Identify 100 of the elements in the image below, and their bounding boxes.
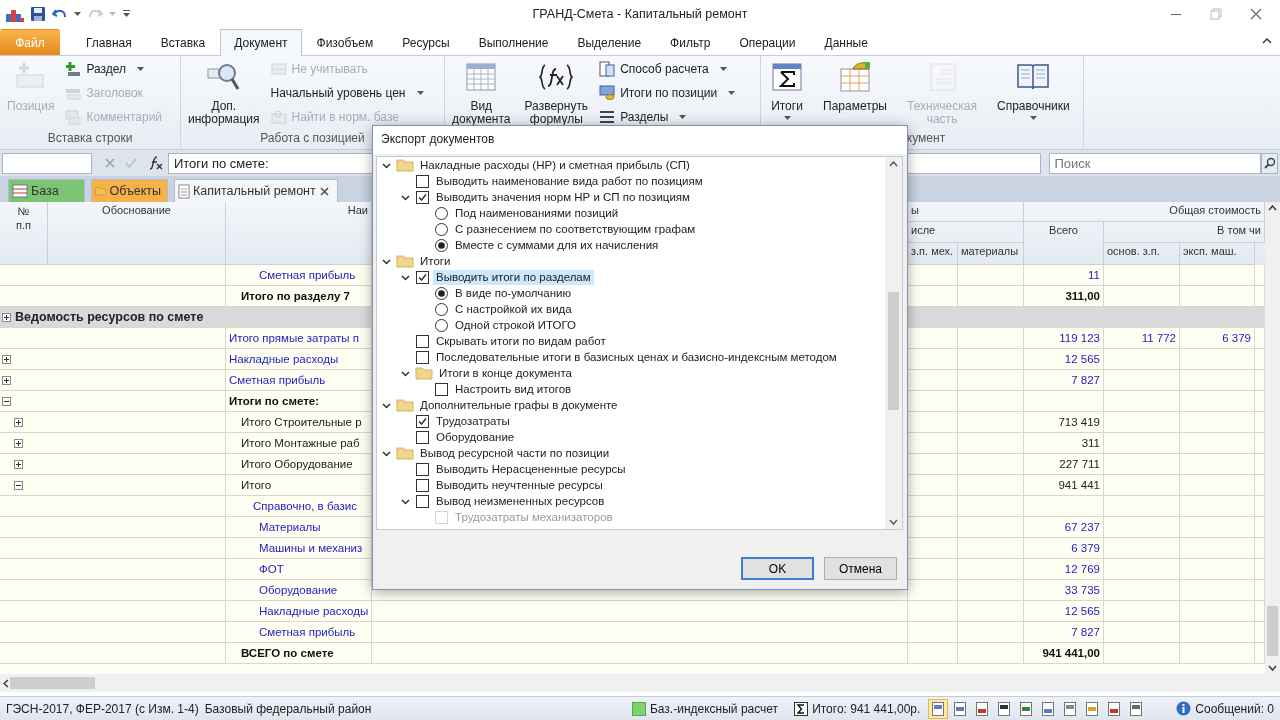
minus-icon[interactable] — [14, 481, 23, 490]
scrollbar-thumb[interactable] — [1267, 606, 1278, 656]
column-header[interactable]: В том чи — [1107, 224, 1261, 237]
option-label[interactable]: Итоги — [417, 253, 454, 269]
ribbon-tab[interactable]: Ресурсы — [388, 29, 464, 55]
ribbon-button[interactable]: Итоги — [767, 57, 807, 120]
checkbox[interactable] — [416, 334, 429, 348]
option-label[interactable]: Вывод неизмененных ресурсов — [433, 493, 608, 509]
ribbon-button[interactable]: Итоги по позиции — [595, 81, 740, 105]
chevron-down-icon[interactable] — [401, 368, 410, 378]
document-tab[interactable]: Объекты — [91, 179, 168, 202]
option-label[interactable]: Скрывать итоги по видам работ — [433, 333, 609, 349]
option-label[interactable]: Одной строкой ИТОГО — [452, 317, 579, 333]
ribbon-tab[interactable]: Данные — [810, 29, 882, 55]
ribbon-tab[interactable]: Документ — [220, 29, 302, 56]
search-button[interactable] — [1261, 152, 1278, 174]
save-icon[interactable] — [30, 6, 46, 22]
option-label[interactable]: Вместе с суммами для их начисления — [452, 237, 662, 253]
checkbox[interactable] — [416, 478, 429, 492]
minus-icon[interactable] — [2, 397, 11, 406]
scroll-down-icon[interactable] — [889, 519, 898, 525]
close-icon[interactable] — [320, 186, 329, 196]
scroll-up-icon[interactable] — [1268, 205, 1277, 211]
column-header[interactable]: Наи — [229, 204, 368, 217]
column-header[interactable]: з.п. мех. — [911, 245, 954, 258]
ribbon-tab[interactable]: Выполнение — [464, 29, 563, 55]
option-label[interactable]: С настройкой их вида — [452, 301, 575, 317]
chevron-down-icon[interactable] — [382, 160, 391, 170]
chevron-down-icon[interactable] — [401, 192, 410, 202]
chevron-down-icon[interactable] — [401, 496, 410, 506]
ribbon-button[interactable]: Параметры — [819, 57, 891, 113]
radio-button[interactable] — [435, 206, 448, 220]
plus-icon[interactable] — [2, 376, 11, 385]
option-label[interactable]: Выводить итоги по разделам — [433, 269, 594, 285]
document-tab[interactable]: Капитальный ремонт — [174, 179, 338, 202]
radio-button[interactable] — [435, 222, 448, 236]
checkbox[interactable] — [416, 430, 429, 444]
option-label[interactable]: Вывод ресурсной части по позиции — [417, 445, 613, 461]
checkbox[interactable] — [416, 350, 429, 364]
ribbon-tab[interactable]: Вставка — [146, 29, 220, 55]
chevron-down-icon[interactable] — [401, 272, 410, 282]
ribbon-tab[interactable]: Фильтр — [656, 29, 725, 55]
ribbon-tab[interactable]: Главная — [72, 29, 146, 55]
plus-icon[interactable] — [2, 312, 11, 322]
ribbon-tab[interactable]: Операции — [725, 29, 810, 55]
close-icon[interactable] — [1250, 8, 1262, 20]
chevron-down-icon[interactable] — [382, 448, 391, 458]
radio-button[interactable] — [435, 238, 448, 252]
checkbox[interactable] — [416, 270, 429, 284]
ribbon-button[interactable]: Справочники — [993, 57, 1074, 120]
scroll-up-icon[interactable] — [889, 161, 898, 167]
ribbon-button[interactable]: Способ расчета — [595, 57, 740, 81]
radio-button[interactable] — [435, 286, 448, 300]
function-icon[interactable] — [148, 156, 163, 170]
scroll-down-icon[interactable] — [1268, 665, 1277, 671]
document-tab[interactable]: База — [8, 179, 85, 202]
plus-icon[interactable] — [14, 418, 23, 427]
option-label[interactable]: Трудозатраты — [433, 413, 513, 429]
option-label[interactable]: В виде по-умолчанию — [452, 285, 575, 301]
chevron-down-icon[interactable] — [382, 256, 391, 266]
option-label[interactable]: Выводить Нерасцененные ресурсы — [433, 461, 629, 477]
checkbox[interactable] — [416, 494, 429, 508]
plus-icon[interactable] — [14, 460, 23, 469]
option-label[interactable]: Оборудование — [433, 429, 518, 445]
scrollbar[interactable] — [0, 674, 1280, 692]
scrollbar[interactable] — [1265, 202, 1280, 674]
ribbon-tab[interactable]: Выделение — [563, 29, 656, 55]
column-header[interactable]: № п.п — [3, 204, 44, 232]
option-label[interactable]: С разнесением по соответствующим графам — [452, 221, 699, 237]
check-icon[interactable] — [125, 158, 137, 168]
scroll-left-icon[interactable] — [3, 678, 9, 688]
column-header[interactable]: Общая стоимость — [1027, 204, 1261, 217]
checkbox[interactable] — [416, 462, 429, 476]
checkbox[interactable] — [435, 382, 448, 396]
radio-button[interactable] — [435, 318, 448, 332]
option-label[interactable]: Итоги в конце документа — [436, 365, 575, 381]
chevron-down-icon[interactable] — [382, 400, 391, 410]
cancel-button[interactable]: Отмена — [824, 557, 897, 580]
ribbon-tab[interactable]: Физобъем — [302, 29, 388, 55]
ribbon-button[interactable]: Начальный уровень цен — [266, 81, 428, 105]
column-header[interactable]: Обоснование — [51, 204, 222, 217]
option-label[interactable]: Выводить значения норм НР и СП по позициям — [433, 189, 693, 205]
plus-icon[interactable] — [2, 355, 11, 364]
option-label[interactable]: Настроить вид итогов — [452, 381, 575, 397]
column-header[interactable]: основ. з.п. — [1107, 245, 1176, 258]
option-label[interactable]: Выводить неучтенные ресурсы — [433, 477, 606, 493]
option-label[interactable]: Накладные расходы (НР) и сметная прибыль (СП) — [417, 157, 693, 173]
customize-icon[interactable] — [122, 10, 131, 18]
plus-icon[interactable] — [14, 439, 23, 448]
option-label[interactable]: Дополнительные графы в документе — [417, 397, 621, 413]
scrollbar-thumb[interactable] — [10, 677, 95, 689]
checkbox[interactable] — [416, 414, 429, 428]
option-label[interactable]: Последовательные итоги в базисных ценах и базисно-индексным методом — [433, 349, 840, 365]
option-label[interactable]: Выводить наименование вида работ по позициям — [433, 173, 706, 189]
column-header[interactable]: исле — [911, 224, 1020, 237]
column-header[interactable]: Всего — [1027, 224, 1100, 237]
radio-button[interactable] — [435, 302, 448, 316]
scrollbar[interactable] — [885, 157, 902, 529]
column-header[interactable]: материалы — [961, 245, 1020, 258]
ok-button[interactable]: OK — [741, 557, 814, 580]
